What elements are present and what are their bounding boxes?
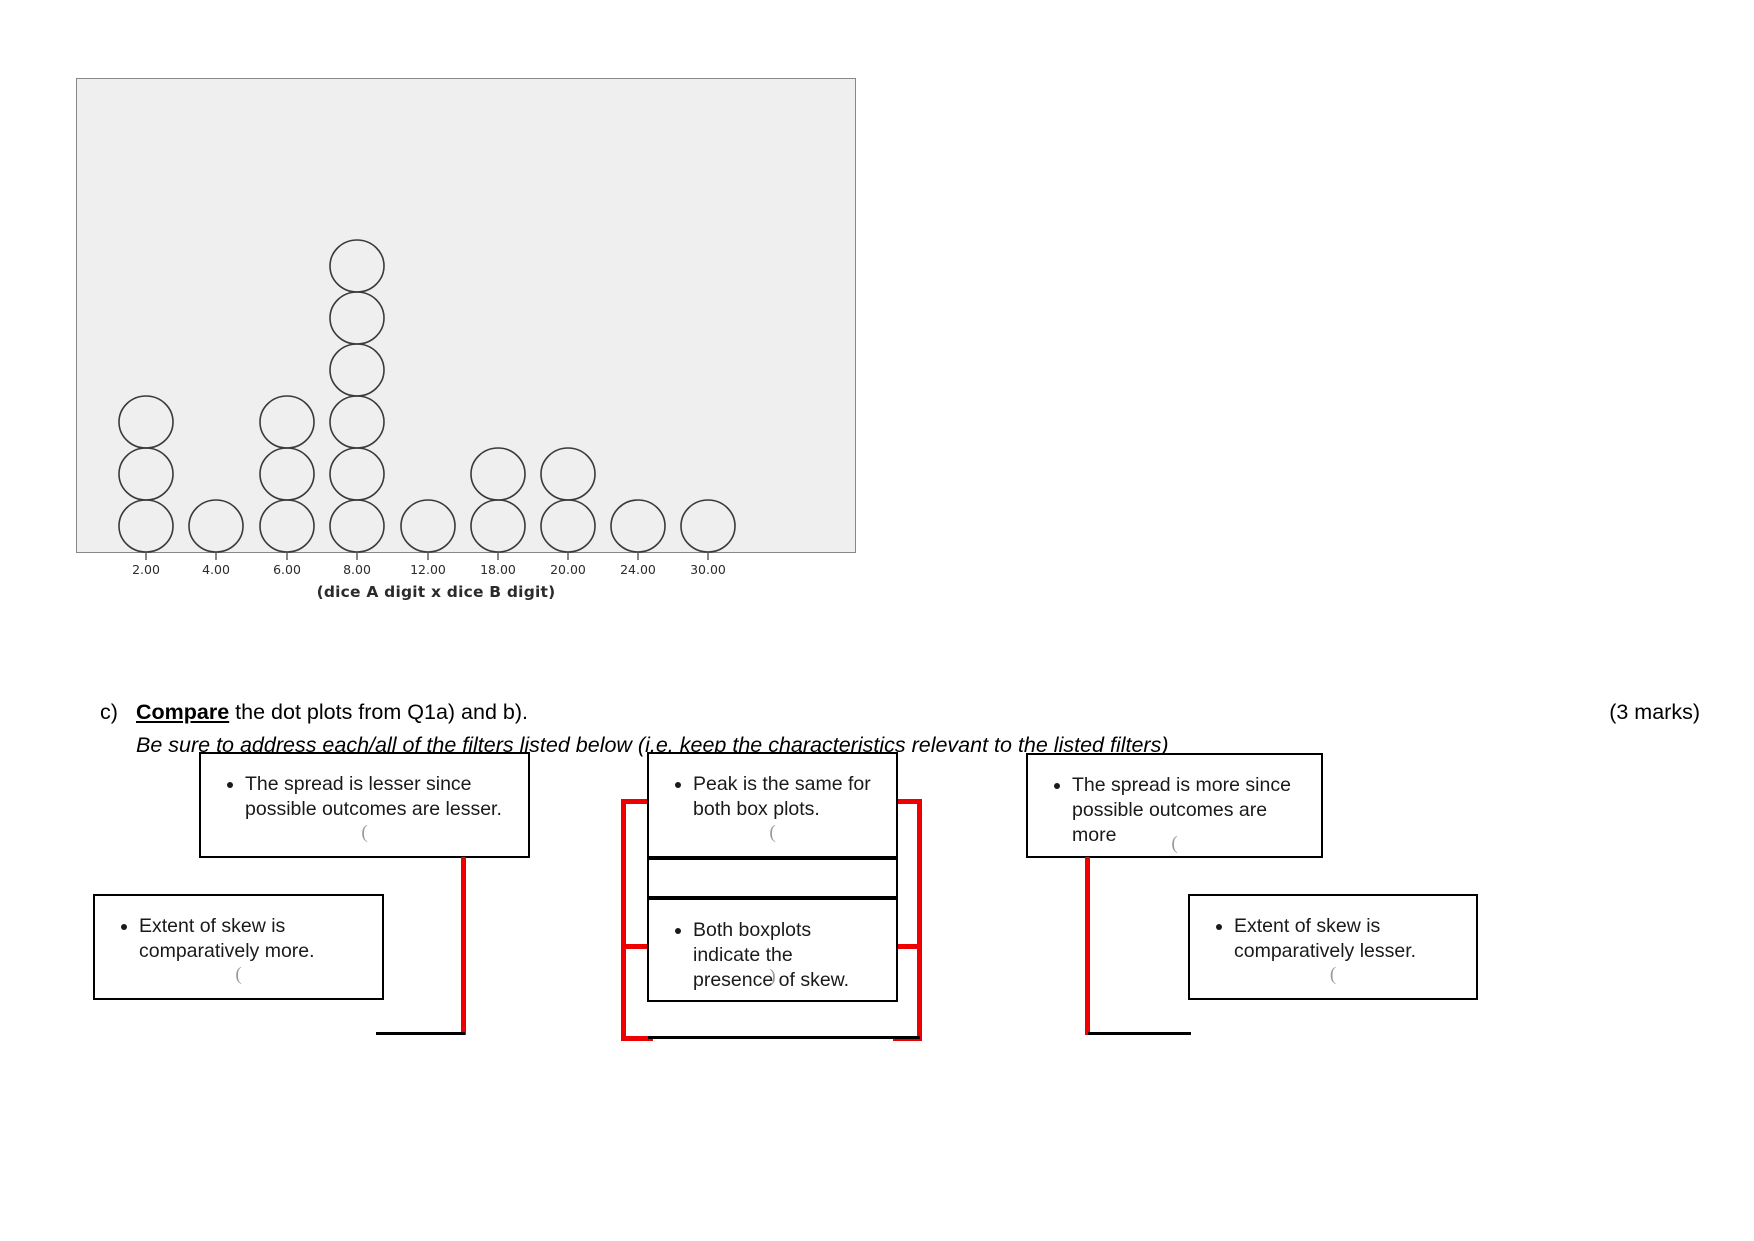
connector-left-vertical xyxy=(461,857,466,1035)
dot-marker xyxy=(400,499,456,553)
dot-marker xyxy=(470,447,526,501)
paren-mark: ( xyxy=(361,822,368,843)
dot-marker xyxy=(329,239,385,293)
bullet-list: Extent of skew is comparatively more. xyxy=(117,914,360,964)
dot-marker xyxy=(329,343,385,397)
dot-stacks xyxy=(118,239,736,553)
x-axis-title: (dice A digit x dice B digit) xyxy=(316,583,556,601)
question-block: c) Compare the dot plots from Q1a) and b)… xyxy=(100,700,1700,758)
answer-box-middle-bottom[interactable]: Both boxplots indicate the presence of s… xyxy=(647,898,898,1002)
axis-tick-label: 8.00 xyxy=(343,562,371,577)
axis-tick-label: 18.00 xyxy=(480,562,516,577)
dot-marker xyxy=(259,499,315,553)
bullet-list: Extent of skew is comparatively lesser. xyxy=(1212,914,1454,964)
dot-marker xyxy=(540,447,596,501)
bullet-item: Peak is the same for both box plots. xyxy=(693,772,874,822)
answer-box-left-top[interactable]: The spread is lesser since possible outc… xyxy=(199,752,530,858)
dot-plot-canvas: 2.00 4.00 6.00 8.00 12.00 18.00 20.00 24.00 30.0… xyxy=(118,239,736,577)
connector-right-vertical xyxy=(1085,857,1090,1035)
dot-marker xyxy=(329,291,385,345)
connector-right-base xyxy=(1088,1032,1191,1035)
connector-middle-right-vertical xyxy=(917,799,922,1041)
axis-tick-label: 6.00 xyxy=(273,562,301,577)
dot-marker xyxy=(118,447,174,501)
question-line-1-rest: the dot plots from Q1a) and b). xyxy=(229,700,528,724)
bullet-item: Extent of skew is comparatively lesser. xyxy=(1234,914,1454,964)
paren-mark: ( xyxy=(769,822,776,843)
bullet-item: The spread is lesser since possible outc… xyxy=(245,772,506,822)
axis-ticks xyxy=(145,553,709,560)
dot-marker xyxy=(329,499,385,553)
dot-marker xyxy=(680,499,736,553)
axis-tick-label: 20.00 xyxy=(550,562,586,577)
axis-tick-label: 24.00 xyxy=(620,562,656,577)
dot-marker xyxy=(329,447,385,501)
answer-box-middle-spacer xyxy=(647,858,898,898)
dot-marker xyxy=(610,499,666,553)
axis-tick-label: 12.00 xyxy=(410,562,446,577)
answer-box-left-bottom[interactable]: Extent of skew is comparatively more. ( xyxy=(93,894,384,1000)
marks-label: (3 marks) xyxy=(1609,700,1700,724)
dot-marker xyxy=(540,499,596,553)
connector-middle-left-vertical xyxy=(621,799,626,1041)
axis-tick-label: 4.00 xyxy=(202,562,230,577)
axis-tick-labels: 2.00 4.00 6.00 8.00 12.00 18.00 20.00 24.00 30.0… xyxy=(132,562,726,577)
paren-mark: ( xyxy=(1171,833,1178,854)
question-keyword: Compare xyxy=(136,700,230,724)
dot-marker xyxy=(118,499,174,553)
dot-marker xyxy=(118,395,174,449)
dot-marker xyxy=(259,395,315,449)
answer-box-right-bottom[interactable]: Extent of skew is comparatively lesser. … xyxy=(1188,894,1478,1000)
paren-mark: ( xyxy=(1329,964,1337,985)
paren-mark: ) xyxy=(769,966,776,987)
dot-plot-figure: 2.00 4.00 6.00 8.00 12.00 18.00 20.00 24.00 30.0… xyxy=(76,78,860,601)
dot-marker xyxy=(329,395,385,449)
question-marker: c) xyxy=(100,700,118,724)
dot-marker xyxy=(259,447,315,501)
axis-tick-label: 30.00 xyxy=(690,562,726,577)
connector-left-base xyxy=(376,1032,465,1035)
bullet-list: Peak is the same for both box plots. xyxy=(671,772,874,822)
dot-marker xyxy=(188,499,244,553)
answer-box-right-top[interactable]: The spread is more since possible outcom… xyxy=(1026,753,1323,858)
question-line-1: c) Compare the dot plots from Q1a) and b)… xyxy=(100,700,1700,725)
paren-mark: ( xyxy=(235,964,242,985)
bullet-item: Extent of skew is comparatively more. xyxy=(139,914,360,964)
axis-tick-label: 2.00 xyxy=(132,562,160,577)
bullet-list: The spread is lesser since possible outc… xyxy=(223,772,506,822)
answer-box-middle-top[interactable]: Peak is the same for both box plots. ( xyxy=(647,752,898,858)
connector-middle-base xyxy=(648,1036,920,1039)
dot-marker xyxy=(470,499,526,553)
